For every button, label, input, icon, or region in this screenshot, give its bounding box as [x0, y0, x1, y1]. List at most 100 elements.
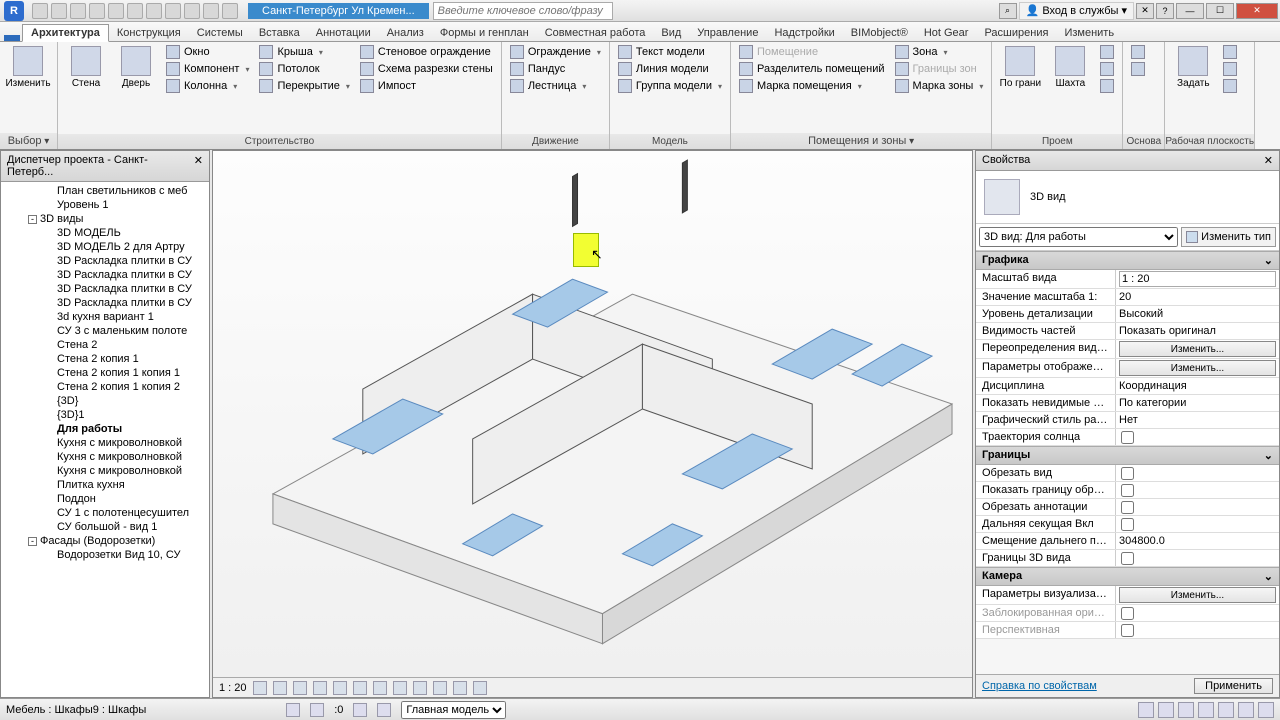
tree-node[interactable]: СУ 3 с маленьким полоте [1, 324, 209, 338]
room-button[interactable]: Помещение [735, 44, 889, 60]
search-input[interactable] [433, 2, 613, 20]
prop-value[interactable]: Изменить... [1116, 340, 1279, 358]
tree-node[interactable]: 3D Раскладка плитки в СУ [1, 254, 209, 268]
model-text-button[interactable]: Текст модели [614, 44, 726, 60]
prop-value[interactable] [1116, 270, 1279, 288]
collapse-icon[interactable]: ⌄ [1264, 254, 1273, 267]
prop-value[interactable] [1116, 605, 1279, 621]
level-button[interactable] [1127, 44, 1149, 60]
tree-node[interactable]: Кухня с микроволновкой [1, 436, 209, 450]
tab-annotate[interactable]: Аннотации [308, 25, 379, 41]
viewport-canvas[interactable]: ↖ [213, 151, 972, 677]
project-browser-tree[interactable]: План светильников с мебУровень 1-3D виды… [1, 182, 209, 697]
tab-modify[interactable]: Изменить [1056, 25, 1122, 41]
prop-checkbox[interactable] [1121, 501, 1134, 514]
door-button[interactable]: Дверь [112, 44, 160, 134]
tree-node[interactable]: Уровень 1 [1, 198, 209, 212]
column-button[interactable]: Колонна▾ [162, 78, 253, 94]
tab-systems[interactable]: Системы [189, 25, 251, 41]
tree-node[interactable]: Стена 2 копия 1 копия 2 [1, 380, 209, 394]
railing-button[interactable]: Ограждение▾ [506, 44, 605, 60]
prop-group-header[interactable]: Границы⌄ [976, 446, 1279, 465]
type-selector[interactable]: 3D вид: Для работы [979, 227, 1178, 247]
tree-node[interactable]: Стена 2 [1, 338, 209, 352]
area-tag-button[interactable]: Марка зоны▾ [891, 78, 988, 94]
select-underlay-icon[interactable] [1158, 702, 1174, 718]
prop-checkbox[interactable] [1121, 624, 1134, 637]
tab-collaborate[interactable]: Совместная работа [537, 25, 654, 41]
floor-button[interactable]: Перекрытие▾ [255, 78, 353, 94]
room-tag-button[interactable]: Марка помещения▾ [735, 78, 889, 94]
prop-value[interactable]: Нет [1116, 412, 1279, 428]
lock-3d-icon[interactable] [393, 681, 407, 695]
sun-path-icon[interactable] [293, 681, 307, 695]
shaft-button[interactable]: Шахта [1046, 44, 1094, 134]
prop-checkbox[interactable] [1121, 467, 1134, 480]
select-pinned-icon[interactable] [1178, 702, 1194, 718]
tree-node[interactable]: Кухня с микроволновкой [1, 464, 209, 478]
active-only-icon[interactable] [377, 703, 391, 717]
tab-bimobject[interactable]: BIMobject® [843, 25, 916, 41]
temp-hide-icon[interactable] [413, 681, 427, 695]
properties-help-link[interactable]: Справка по свойствам [982, 680, 1097, 692]
qat-thin-lines-icon[interactable] [184, 3, 200, 19]
tab-manage[interactable]: Управление [689, 25, 766, 41]
tree-node[interactable]: 3d кухня вариант 1 [1, 310, 209, 324]
window-button[interactable]: Окно [162, 44, 253, 60]
grid-button[interactable] [1127, 61, 1149, 77]
prop-value[interactable]: 304800.0 [1116, 533, 1279, 549]
worksets-icon[interactable] [286, 703, 300, 717]
select-face-icon[interactable] [1198, 702, 1214, 718]
model-group-button[interactable]: Группа модели▾ [614, 78, 726, 94]
show-workplane-button[interactable] [1219, 44, 1241, 60]
tree-node[interactable]: Плитка кухня [1, 478, 209, 492]
prop-value[interactable]: 20 [1116, 289, 1279, 305]
expander-icon[interactable]: - [28, 215, 37, 224]
file-tab[interactable] [4, 35, 20, 41]
mullion-button[interactable]: Импост [356, 78, 497, 94]
qat-close-hidden-icon[interactable] [203, 3, 219, 19]
tab-architecture[interactable]: Архитектура [22, 24, 109, 42]
tree-node[interactable]: 3D Раскладка плитки в СУ [1, 268, 209, 282]
prop-checkbox[interactable] [1121, 552, 1134, 565]
area-button[interactable]: Зона▾ [891, 44, 988, 60]
collapse-icon[interactable]: ⌄ [1264, 449, 1273, 462]
sign-in-button[interactable]: 👤 Вход в службы ▾ [1019, 2, 1134, 20]
qat-undo-icon[interactable] [70, 3, 86, 19]
prop-checkbox[interactable] [1121, 518, 1134, 531]
tab-extensions[interactable]: Расширения [976, 25, 1056, 41]
pb-close-icon[interactable]: ✕ [194, 154, 203, 178]
shadows-icon[interactable] [313, 681, 327, 695]
prop-checkbox[interactable] [1121, 607, 1134, 620]
vertical-opening-button[interactable] [1096, 61, 1118, 77]
analytical-icon[interactable] [473, 681, 487, 695]
prop-edit-button[interactable]: Изменить... [1119, 587, 1276, 603]
edit-type-button[interactable]: Изменить тип [1181, 227, 1276, 247]
help-icon[interactable]: ? [1156, 3, 1174, 19]
tree-node[interactable]: Поддон [1, 492, 209, 506]
prop-value[interactable] [1116, 499, 1279, 515]
prop-edit-button[interactable]: Изменить... [1119, 341, 1276, 357]
worksharing-icon[interactable] [453, 681, 467, 695]
tree-node[interactable]: Водорозетки Вид 10, СУ [1, 548, 209, 562]
editable-only-icon[interactable] [310, 703, 324, 717]
modify-button[interactable]: Изменить [4, 44, 52, 133]
editing-requests[interactable]: :0 [334, 704, 343, 716]
prop-value[interactable]: Изменить... [1116, 586, 1279, 604]
app-icon[interactable]: R [4, 1, 24, 21]
tab-hotgear[interactable]: Hot Gear [916, 25, 977, 41]
tab-structure[interactable]: Конструкция [109, 25, 189, 41]
view-scale[interactable]: 1 : 20 [219, 682, 247, 694]
tree-node[interactable]: План светильников с меб [1, 184, 209, 198]
tree-node[interactable]: -Фасады (Водорозетки) [1, 534, 209, 548]
properties-body[interactable]: Графика⌄Масштаб видаЗначение масштаба 1:… [976, 251, 1279, 674]
tab-analyze[interactable]: Анализ [379, 25, 432, 41]
filter-icon[interactable] [1238, 702, 1254, 718]
prop-value[interactable]: По категории [1116, 395, 1279, 411]
tree-node[interactable]: Стена 2 копия 1 [1, 352, 209, 366]
window-minimize-button[interactable]: — [1176, 3, 1204, 19]
prop-value[interactable] [1116, 550, 1279, 566]
ceiling-button[interactable]: Потолок [255, 61, 353, 77]
curtain-grid-button[interactable]: Схема разрезки стены [356, 61, 497, 77]
tree-node[interactable]: {3D}1 [1, 408, 209, 422]
